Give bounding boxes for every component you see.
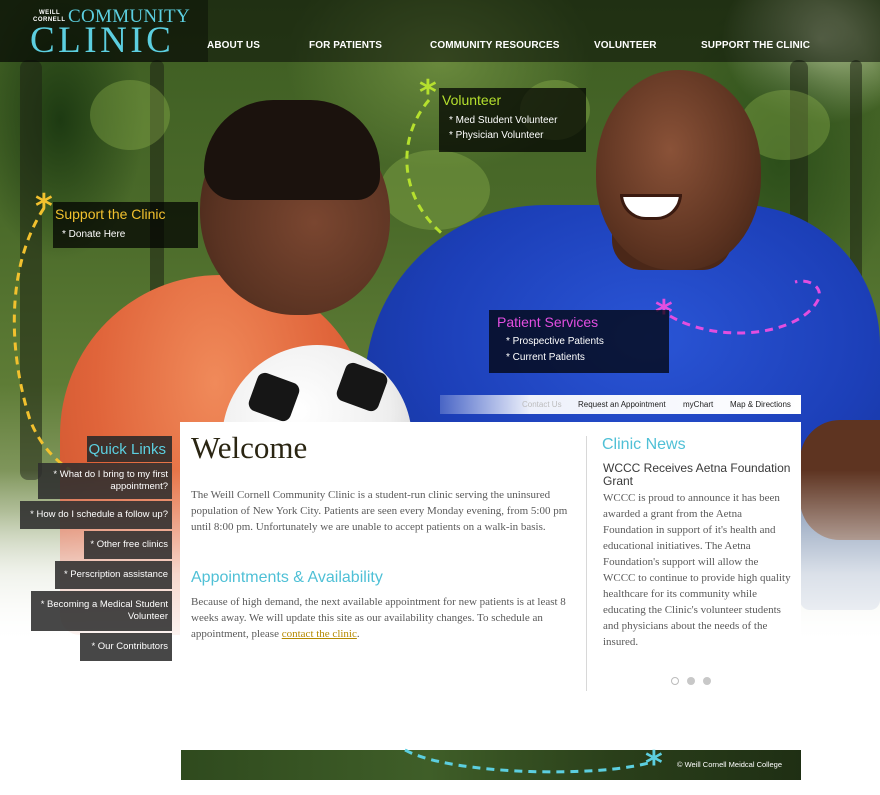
clinic-news-heading: Clinic News (602, 436, 686, 453)
nav-support-the-clinic[interactable]: SUPPORT THE CLINIC (701, 40, 810, 51)
nav-for-patients[interactable]: FOR PATIENTS (309, 40, 382, 51)
request-appointment-link[interactable]: Request an Appointment (578, 400, 666, 409)
logo-clinic-text: CLINIC (30, 20, 175, 61)
footer-copyright: © Weill Cornell Meidcal College (677, 760, 783, 769)
donate-here-link[interactable]: * Donate Here (62, 229, 125, 240)
map-directions-link[interactable]: Map & Directions (730, 400, 791, 409)
logo[interactable]: WEILL CORNELL COMMUNITY CLINIC (0, 0, 208, 62)
news-slide-dot[interactable] (703, 677, 711, 685)
nav-about-us[interactable]: ABOUT US (207, 40, 260, 51)
quick-link-label: * How do I schedule a follow up? (30, 509, 168, 520)
quick-link-follow-up[interactable]: * How do I schedule a follow up? (20, 501, 172, 529)
appointments-body: Because of high demand, the next availab… (191, 596, 566, 640)
news-headline[interactable]: WCCC Receives Aetna Foundation Grant (603, 462, 793, 488)
column-divider (586, 436, 587, 691)
quick-link-label: * Our Contributors (91, 641, 168, 652)
quick-link-free-clinics[interactable]: * Other free clinics (84, 531, 172, 559)
quick-link-label: Volunteer (127, 611, 168, 622)
quick-link-first-appointment[interactable]: * What do I bring to my first appointmen… (38, 463, 172, 499)
logo-weill-text: WEILL (39, 10, 61, 16)
appointments-text: Because of high demand, the next availab… (191, 594, 573, 642)
page-title: Welcome (191, 430, 308, 465)
quick-link-our-contributors[interactable]: * Our Contributors (80, 633, 172, 661)
contact-the-clinic-link[interactable]: contact the clinic (282, 628, 357, 640)
quick-link-prescription-assistance[interactable]: * Perscription assistance (55, 561, 172, 589)
current-patients-link[interactable]: * Current Patients (506, 352, 585, 363)
asterisk-icon: * (419, 73, 437, 113)
news-body: WCCC is proud to announce it has been aw… (603, 492, 791, 648)
volunteer-callout-title[interactable]: Volunteer (442, 92, 501, 108)
welcome-intro: The Weill Cornell Community Clinic is a … (191, 489, 568, 533)
asterisk-icon: * (645, 744, 663, 784)
patient-services-callout-title[interactable]: Patient Services (497, 314, 598, 330)
physician-volunteer-link[interactable]: * Physician Volunteer (449, 130, 544, 141)
asterisk-icon: * (35, 187, 53, 227)
appointments-period: . (356, 628, 360, 640)
quick-link-label: * Becoming a Medical Student (40, 599, 168, 610)
contact-us-link[interactable]: Contact Us (522, 400, 562, 409)
quick-link-label: appointment? (110, 481, 168, 492)
quick-link-medical-student-volunteer[interactable]: * Becoming a Medical Student Volunteer (31, 591, 172, 631)
prospective-patients-link[interactable]: * Prospective Patients (506, 336, 604, 347)
appointments-heading: Appointments & Availability (191, 569, 383, 586)
quick-link-label: * What do I bring to my first (53, 469, 168, 480)
news-slide-dot[interactable] (671, 677, 679, 685)
nav-volunteer[interactable]: VOLUNTEER (594, 40, 657, 51)
med-student-volunteer-link[interactable]: * Med Student Volunteer (449, 115, 557, 126)
news-slide-dot[interactable] (687, 677, 695, 685)
quick-links-heading: Quick Links (87, 436, 172, 462)
quick-link-label: * Perscription assistance (63, 569, 168, 580)
nav-community-resources[interactable]: COMMUNITY RESOURCES (430, 40, 560, 51)
support-callout-title[interactable]: Support the Clinic (55, 206, 166, 222)
mychart-link[interactable]: myChart (683, 400, 713, 409)
quick-link-label: * Other free clinics (90, 539, 168, 550)
